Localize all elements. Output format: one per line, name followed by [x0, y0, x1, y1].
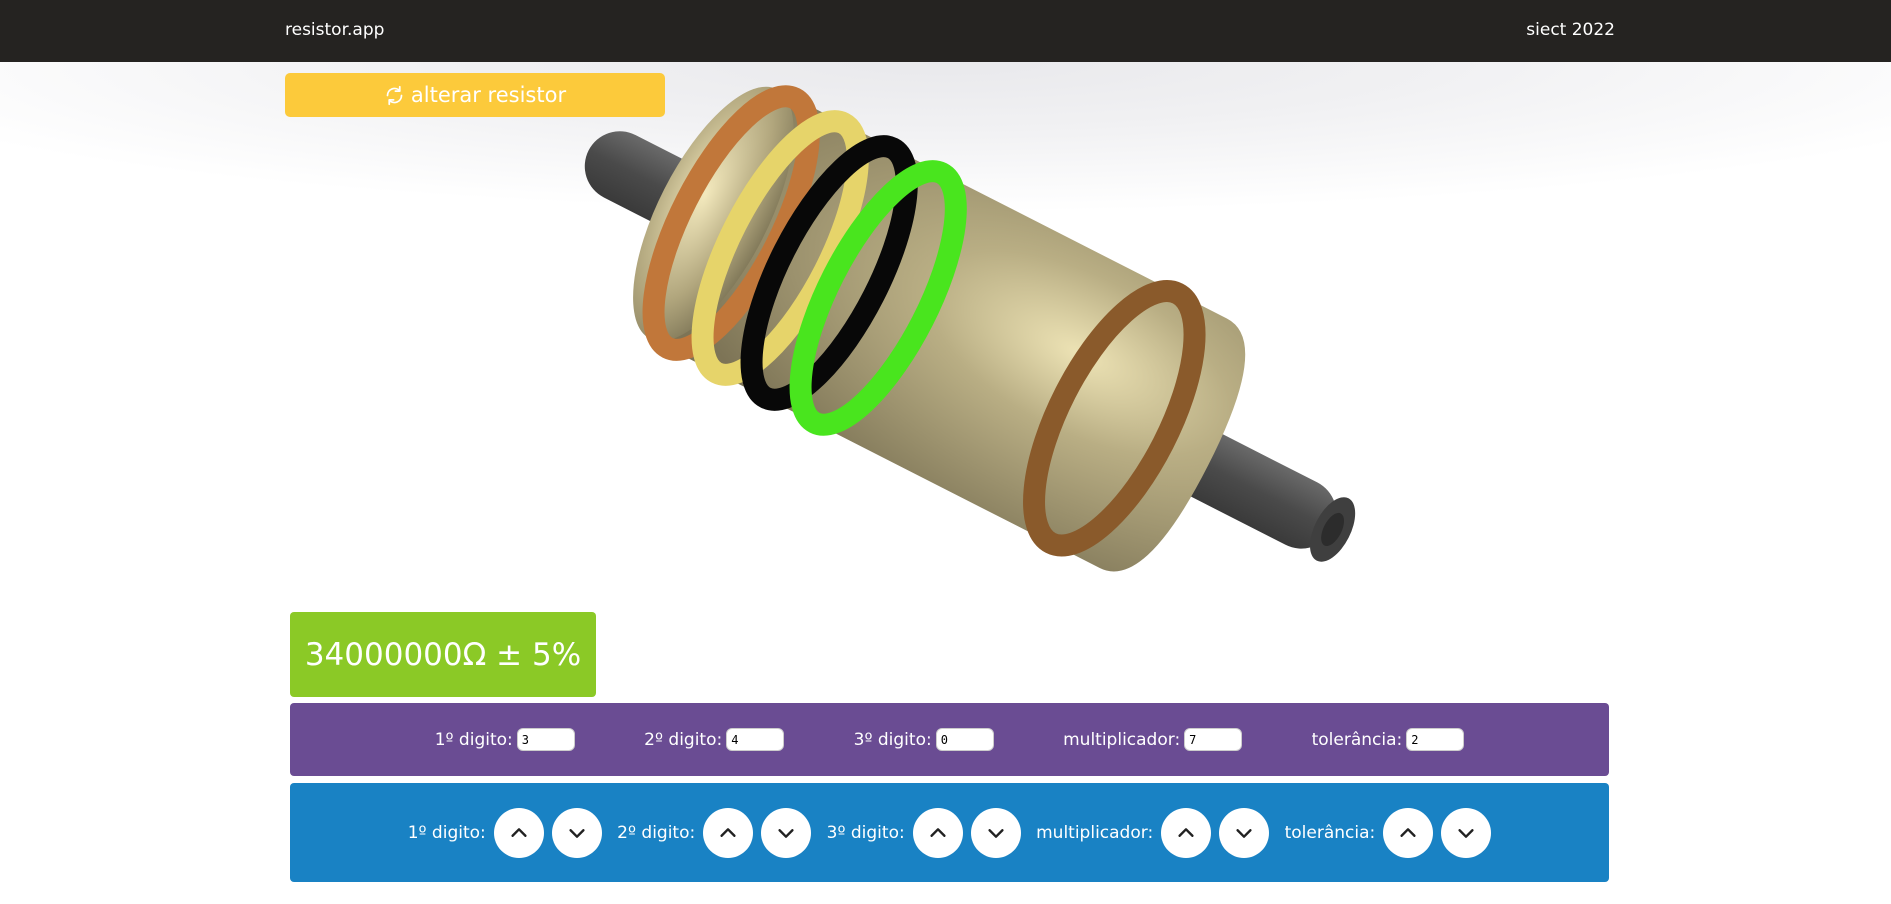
- digit-2-field: 2º digito:: [644, 728, 785, 751]
- refresh-icon: [386, 85, 403, 105]
- chevron-down-icon: [1236, 828, 1252, 838]
- chevron-down-icon: [1458, 828, 1474, 838]
- digit-2-up-button[interactable]: [703, 807, 754, 858]
- chevron-up-icon: [930, 827, 946, 837]
- chevron-up-icon: [1178, 827, 1194, 837]
- digit-3-field: 3º digito:: [854, 728, 994, 751]
- tolerance-field: tolerância:: [1312, 728, 1465, 751]
- chevron-up-icon: [511, 827, 527, 837]
- digit-3-stepper-label: 3º digito:: [826, 822, 905, 843]
- top-navbar: resistor.app siect 2022: [0, 0, 1891, 62]
- digit-2-stepper: 2º digito:: [617, 807, 812, 858]
- digit-1-up-button[interactable]: [493, 807, 544, 858]
- tolerance-up-button[interactable]: [1383, 807, 1434, 858]
- multiplier-input[interactable]: [1184, 728, 1243, 751]
- multiplier-down-button[interactable]: [1219, 807, 1270, 858]
- multiplier-stepper: multiplicador:: [1036, 807, 1270, 858]
- brand-link[interactable]: resistor.app: [285, 20, 384, 40]
- digit-3-down-button[interactable]: [970, 807, 1021, 858]
- chevron-up-icon: [720, 827, 736, 837]
- tolerance-stepper: tolerância:: [1284, 807, 1492, 858]
- digit-1-field: 1º digito:: [435, 728, 575, 751]
- resistor-3d-view[interactable]: [0, 62, 1891, 662]
- digit-2-stepper-label: 2º digito:: [617, 822, 696, 843]
- digit-2-label: 2º digito:: [644, 729, 723, 750]
- digit-3-stepper: 3º digito:: [826, 807, 1021, 858]
- multiplier-up-button[interactable]: [1161, 807, 1212, 858]
- digit-2-down-button[interactable]: [761, 807, 812, 858]
- resistance-result: 34000000Ω ± 5%: [290, 612, 596, 697]
- digit-1-input[interactable]: [516, 728, 575, 751]
- digit-3-up-button[interactable]: [912, 807, 963, 858]
- multiplier-label: multiplicador:: [1063, 729, 1181, 750]
- tolerance-stepper-label: tolerância:: [1284, 822, 1376, 843]
- chevron-down-icon: [988, 828, 1004, 838]
- tolerance-input[interactable]: [1406, 728, 1465, 751]
- stepper-controls-panel: 1º digito: 2º digito: 3º digito: multipl…: [290, 783, 1609, 882]
- tolerance-down-button[interactable]: [1441, 807, 1492, 858]
- change-resistor-button[interactable]: alterar resistor: [285, 73, 665, 117]
- digit-inputs-panel: 1º digito: 2º digito: 3º digito: multipl…: [290, 703, 1609, 776]
- digit-2-input[interactable]: [726, 728, 785, 751]
- digit-3-input[interactable]: [935, 728, 994, 751]
- digit-1-stepper: 1º digito:: [407, 807, 602, 858]
- multiplier-field: multiplicador:: [1063, 728, 1243, 751]
- event-label: siect 2022: [1526, 20, 1615, 40]
- tolerance-label: tolerância:: [1311, 729, 1403, 750]
- digit-1-down-button[interactable]: [551, 807, 602, 858]
- digit-1-stepper-label: 1º digito:: [407, 822, 486, 843]
- change-resistor-label: alterar resistor: [410, 83, 567, 107]
- digit-3-label: 3º digito:: [853, 729, 932, 750]
- chevron-down-icon: [778, 828, 794, 838]
- chevron-down-icon: [569, 828, 585, 838]
- chevron-up-icon: [1400, 827, 1416, 837]
- multiplier-stepper-label: multiplicador:: [1036, 822, 1154, 843]
- digit-1-label: 1º digito:: [434, 729, 513, 750]
